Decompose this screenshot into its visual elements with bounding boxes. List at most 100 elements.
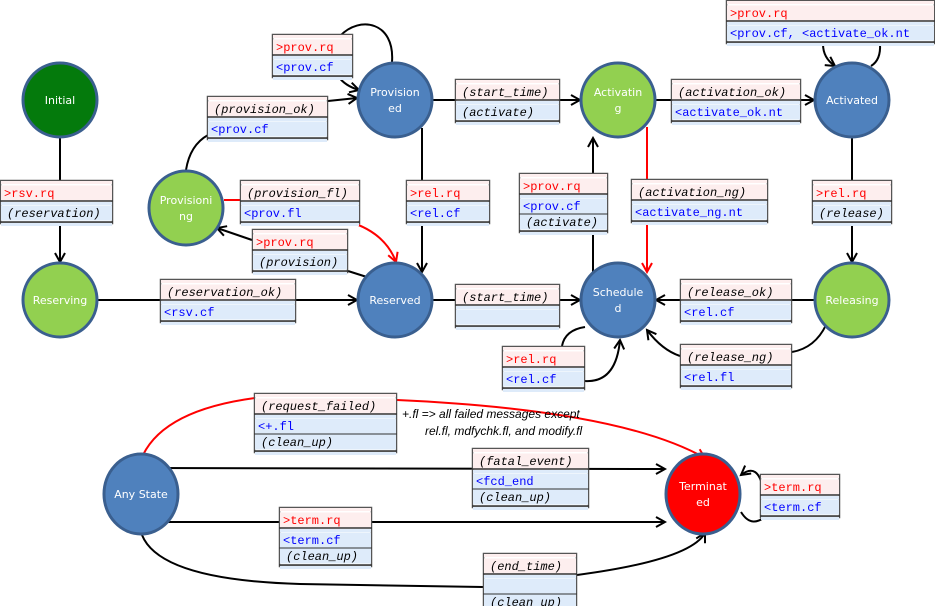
state-label: Activatin	[594, 86, 642, 99]
box-top-strip	[456, 80, 559, 83]
transition-rel-prov[interactable]: >rel.rq <rel.cf	[405, 179, 491, 227]
transition-row-text: <rel.fl	[684, 371, 734, 385]
transition-provision[interactable]: >prov.rq (provision)	[251, 228, 349, 276]
transition-term[interactable]: >term.rq <term.cf (clean_up)	[278, 506, 373, 570]
transition-row-text: (start_time)	[462, 86, 548, 100]
state-label: Terminat	[678, 480, 727, 493]
state-provisioning[interactable]: Provisioni ng	[147, 169, 225, 247]
transition-row-text: >rel.rq	[410, 187, 460, 201]
section-strip	[727, 22, 934, 25]
transition-reservation-ok[interactable]: (reservation_ok) <rsv.cf	[159, 278, 297, 326]
any-to-terminated-endtime-edge	[141, 533, 705, 588]
transition-row-text: <rsv.cf	[164, 306, 214, 320]
state-provisioned[interactable]: Provision ed	[356, 61, 434, 139]
box-bottom-strip	[255, 452, 396, 455]
transition-row-text: (clean_up)	[490, 596, 562, 606]
box-bottom-strip	[208, 139, 327, 142]
box-bottom-strip	[813, 223, 891, 226]
state-circle	[579, 61, 657, 139]
box-bottom-strip	[161, 322, 295, 325]
box-top-strip	[456, 285, 559, 288]
transition-sched-self[interactable]: >rel.rq <rel.cf	[501, 345, 586, 393]
provisioning-to-reserved-fail-b-edge	[346, 220, 396, 262]
transition-release-ok[interactable]: (release_ok) <rel.cf	[679, 278, 793, 326]
box-top-strip	[520, 174, 607, 177]
transition-row-text: (fatal_event)	[479, 455, 573, 469]
transition-rsv[interactable]: >rsv.rq (reservation)	[0, 179, 114, 227]
section-strip	[473, 470, 588, 473]
section-strip	[672, 101, 800, 104]
transition-row-text: (activation_ok)	[678, 86, 786, 100]
scheduled-self-loop-b-edge	[584, 340, 620, 383]
transition-row-text: (activation_ng)	[638, 186, 746, 200]
transition-provision-ok[interactable]: (provision_ok) <prov.cf	[206, 95, 329, 143]
box-top-strip	[681, 280, 791, 283]
transition-activation-ok[interactable]: (activation_ok) <activate_ok.nt	[670, 78, 802, 126]
diagram-canvas: Initial Reserving Provisioni ng Provision ed R…	[0, 0, 935, 606]
state-label: Initial	[45, 94, 75, 107]
transition-start-time-sched[interactable]: (start_time)	[454, 283, 561, 331]
transition-row-text: <rel.cf	[506, 373, 556, 387]
state-activating[interactable]: Activatin g	[579, 61, 657, 139]
state-label: Schedule	[593, 286, 644, 299]
transition-term-self[interactable]: >term.rq <term.cf	[759, 473, 841, 521]
transition-activation-ng[interactable]: (activation_ng) <activate_ng.nt	[630, 178, 769, 226]
state-scheduled[interactable]: Schedule d	[579, 261, 657, 339]
state-reserving[interactable]: Reserving	[21, 261, 99, 339]
section-strip	[208, 118, 327, 121]
section-strip	[681, 366, 791, 369]
section-strip	[456, 101, 559, 104]
transition-row-text: (clean_up)	[261, 436, 333, 450]
transition-release-ng[interactable]: (release_ng) <rel.fl	[679, 343, 793, 391]
transition-activate-sched[interactable]: >prov.rq <prov.cf (activate)	[518, 172, 609, 236]
transition-row-text: (reservation)	[7, 207, 101, 221]
transition-row-text: <prov.cf	[276, 61, 334, 75]
transition-row-text: <rel.cf	[684, 306, 734, 320]
state-label: Reserving	[33, 294, 87, 307]
transition-fatal-event[interactable]: (fatal_event) <fcd_end (clean_up)	[471, 447, 590, 511]
transition-activated-self[interactable]: >prov.rq <prov.cf, <activate_ok.nt	[725, 0, 935, 47]
section-strip	[280, 529, 371, 532]
box-bottom-strip	[1, 223, 112, 226]
section-strip	[632, 201, 767, 204]
box-top-strip	[255, 394, 396, 397]
box-top-strip	[208, 97, 327, 100]
transition-end-time[interactable]: (end_time) (clean_up)	[482, 552, 578, 606]
state-reserved[interactable]: Reserved	[356, 261, 434, 339]
transition-release[interactable]: >rel.rq (release)	[811, 179, 893, 227]
state-circle	[147, 169, 225, 247]
transition-row-text: <fcd_end	[476, 475, 534, 489]
transition-row-text: <prov.cf	[211, 123, 269, 137]
state-label: Provision	[370, 86, 420, 99]
state-label: Reserved	[369, 294, 420, 307]
box-bottom-strip	[727, 43, 934, 46]
state-activated[interactable]: Activated	[813, 61, 891, 139]
box-top-strip	[681, 345, 791, 348]
terminated-self-loop-a-edge	[741, 471, 764, 490]
box-bottom-strip	[456, 122, 559, 125]
box-top-strip	[241, 181, 359, 184]
state-releasing[interactable]: Releasing	[813, 261, 891, 339]
transition-row-text: >prov.rq	[523, 180, 581, 194]
transition-start-time-act[interactable]: (start_time) (activate)	[454, 78, 561, 126]
state-terminated[interactable]: Terminat ed	[664, 452, 742, 536]
transition-row-text: >term.rq	[283, 514, 341, 528]
transition-row-text: (request_failed)	[261, 400, 376, 414]
section-strip	[761, 496, 839, 499]
transition-row-text: (release_ok)	[687, 286, 773, 300]
state-any-state[interactable]: Any State	[102, 452, 180, 536]
transition-row-text: <term.cf	[764, 501, 822, 515]
transition-row-text: (release)	[819, 207, 884, 221]
transition-prov-self[interactable]: >prov.rq <prov.cf	[271, 33, 354, 81]
box-bottom-strip	[273, 77, 352, 80]
state-label: d	[615, 302, 622, 315]
transition-row-text: >prov.rq	[276, 41, 334, 55]
box-top-strip	[407, 181, 489, 184]
transition-row-text: (release_ng)	[687, 351, 773, 365]
transition-provision-fl[interactable]: (provision_fl) <prov.fl	[239, 179, 361, 227]
state-initial[interactable]: Initial	[21, 61, 99, 139]
section-strip	[681, 301, 791, 304]
transition-request-failed[interactable]: (request_failed) <+.fl (clean_up)	[253, 392, 398, 456]
activated-self-loop-b-edge	[870, 43, 882, 67]
section-strip	[503, 368, 584, 371]
